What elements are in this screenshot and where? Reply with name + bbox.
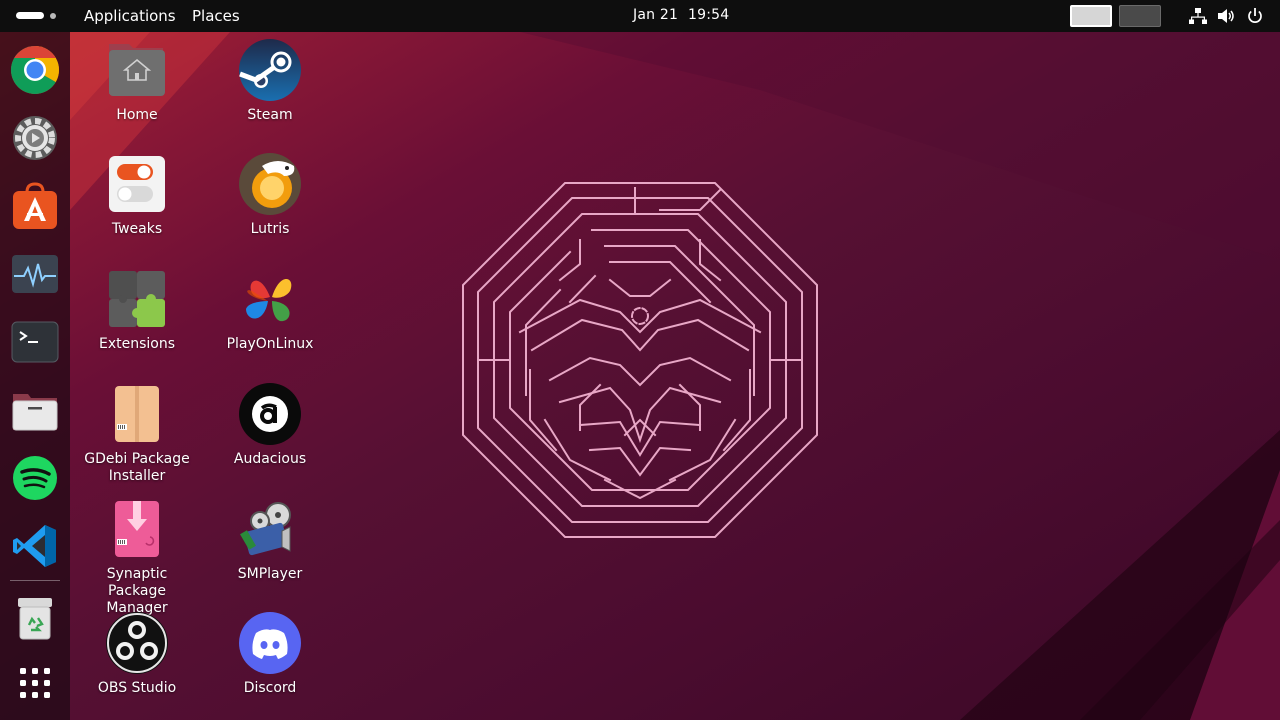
dock-item-spotify[interactable] [10,453,60,503]
dock-item-settings[interactable] [10,113,60,163]
power-icon[interactable] [1246,7,1264,25]
dock-item-files[interactable] [10,385,60,435]
desktop-icon-gdebi[interactable]: GDebi Package Installer [77,382,197,485]
dock-item-system-monitor[interactable] [10,249,60,299]
app-grid-icon [20,668,50,698]
desktop-icon-audacious[interactable]: Audacious [210,382,330,468]
dock-item-app-center[interactable] [10,181,60,231]
trash-icon [18,598,52,640]
desktop-icon-playonlinux[interactable]: PlayOnLinux [210,267,330,353]
places-menu[interactable]: Places [192,7,240,25]
smplayer-icon [240,502,291,556]
desktop-icon-label: Audacious [233,451,307,467]
tweaks-icon [109,156,165,212]
dock-item-vscode[interactable] [10,521,60,571]
ubuntu-maze-logo [462,182,818,538]
desktop-icon-steam[interactable]: Steam [210,38,330,124]
app-center-icon [13,182,57,229]
desktop-icon-label: Home [116,107,158,123]
extensions-icon [109,271,165,327]
desktop-icon-discord[interactable]: Discord [210,611,330,697]
desktop-icon-smplayer[interactable]: SMPlayer [210,497,330,583]
desktop-icon-label: Steam [247,107,293,123]
dock-item-chrome[interactable] [10,45,60,95]
applications-menu[interactable]: Applications [84,7,176,25]
activities-indicator[interactable] [14,11,60,21]
dock-item-show-apps[interactable] [10,659,60,709]
audacious-icon [239,383,301,445]
settings-icon [13,116,57,160]
desktop-icon-label: GDebi Package Installer [84,451,190,484]
desktop-icon-label: Discord [243,680,297,696]
desktop-icon-tweaks[interactable]: Tweaks [77,152,197,238]
desktop-icon-synaptic[interactable]: Synaptic Package Manager [77,497,197,617]
top-bar: Applications Places Jan 21 19:54 [0,0,1280,32]
steam-icon [239,39,301,101]
desktop-icon-label: OBS Studio [97,680,177,696]
workspace-pill-dot [50,12,56,19]
dock-separator [10,580,60,581]
network-icon[interactable] [1189,7,1207,25]
desktop-icon-extensions[interactable]: Extensions [77,267,197,353]
vscode-icon [13,525,56,567]
home-folder-icon [109,44,165,96]
desktop-icon-label: Lutris [250,221,290,237]
desktop-icon-label: SMPlayer [237,566,303,582]
spotify-icon [13,456,57,500]
desktop-icon-obs[interactable]: OBS Studio [77,611,197,697]
discord-icon [239,612,301,674]
workspace-pill-active [16,12,44,19]
synaptic-package-icon [115,501,159,557]
volume-icon[interactable] [1217,7,1235,25]
workspace-2-thumbnail[interactable] [1119,5,1161,27]
obs-studio-icon [106,612,168,674]
dock [0,32,70,720]
desktop-icon-label: PlayOnLinux [226,336,314,352]
gdebi-package-icon [115,386,159,442]
clock[interactable]: Jan 21 19:54 [633,7,729,23]
system-monitor-icon [12,255,58,293]
clock-date: Jan 21 [633,7,679,23]
clock-time: 19:54 [688,7,730,23]
dock-item-terminal[interactable] [10,317,60,367]
desktop-icon-label: Tweaks [111,221,163,237]
files-icon [12,394,58,431]
playonlinux-icon [246,279,292,322]
dock-item-trash[interactable] [10,593,60,643]
lutris-icon [239,153,301,215]
chrome-icon [10,45,60,95]
workspace-1-thumbnail[interactable] [1070,5,1112,27]
desktop-icon-label: Synaptic Package Manager [106,566,168,616]
desktop-icon-lutris[interactable]: Lutris [210,152,330,238]
desktop-icon-home[interactable]: Home [77,38,197,124]
desktop-icon-label: Extensions [98,336,176,352]
terminal-icon [11,321,59,363]
